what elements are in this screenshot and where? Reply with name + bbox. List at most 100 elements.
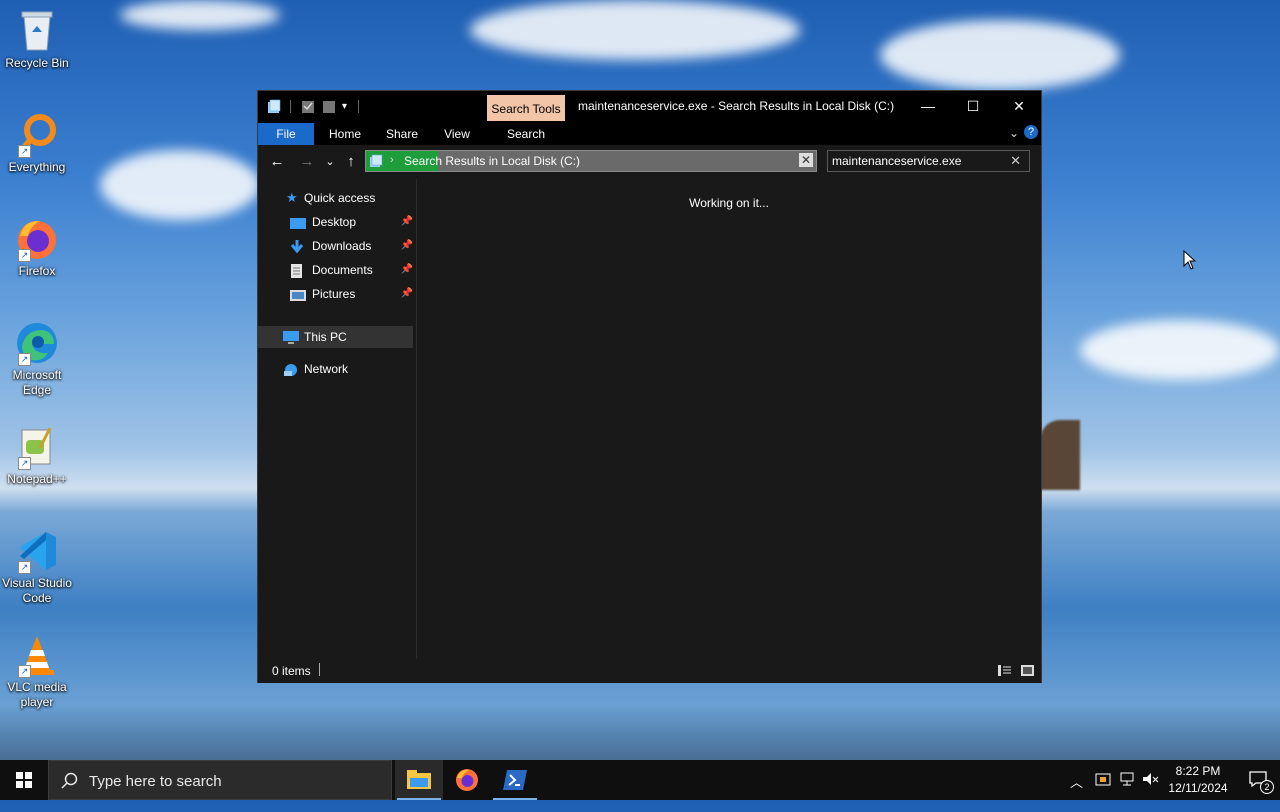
close-button[interactable]: ✕ — [996, 91, 1042, 121]
status-separator — [319, 663, 320, 676]
show-hidden-icons-chevron-icon[interactable]: ︿ — [1070, 772, 1083, 812]
back-arrow-icon[interactable]: ← — [267, 153, 287, 171]
nav-quick-access[interactable]: ★ Quick access — [278, 187, 413, 209]
taskbar-firefox[interactable] — [443, 760, 491, 800]
window-title: maintenanceservice.exe - Search Results … — [578, 99, 895, 113]
network-icon — [283, 362, 297, 376]
item-count: 0 items — [272, 664, 311, 678]
clock[interactable]: 8:22 PM 12/11/2024 — [1160, 763, 1236, 797]
folder-icon — [267, 99, 281, 114]
nav-label: Quick access — [304, 191, 376, 205]
taskbar-search-box[interactable]: Type here to search — [48, 760, 392, 800]
desktop-icon-label: Visual Studio Code — [2, 576, 72, 605]
properties-icon[interactable] — [301, 99, 315, 114]
search-icon — [61, 772, 78, 789]
shortcut-arrow-icon: ↗ — [18, 457, 31, 470]
rock-formation — [1040, 420, 1080, 490]
desktop-icon-label: Firefox — [18, 264, 56, 278]
tab-search[interactable]: Search — [487, 123, 565, 145]
network-tray-icon[interactable] — [1119, 771, 1135, 811]
desktop-icon-notepad-plus-plus[interactable]: ↗ Notepad++ — [0, 424, 74, 487]
title-bar[interactable]: ▾ Search Tools maintenanceservice.exe - … — [258, 91, 1041, 123]
minimize-button[interactable]: — — [905, 91, 951, 121]
nav-network[interactable]: Network — [278, 358, 413, 380]
status-bar: 0 items — [258, 659, 1041, 683]
cloud — [120, 0, 280, 30]
details-view-icon[interactable] — [998, 665, 1011, 676]
nav-this-pc[interactable]: This PC — [258, 326, 413, 348]
file-explorer-icon — [407, 770, 431, 789]
desktop-icon-everything[interactable]: ↗ Everything — [0, 112, 74, 175]
up-arrow-icon[interactable]: ↑ — [341, 153, 361, 171]
desktop-icon-firefox[interactable]: ↗ Firefox — [0, 216, 74, 279]
nav-label: This PC — [304, 330, 347, 344]
clock-time: 8:22 PM — [1175, 764, 1221, 778]
breadcrumb-chevron-icon[interactable]: › — [390, 154, 394, 166]
recycle-bin-icon — [14, 8, 60, 54]
windows-logo-icon — [16, 772, 32, 788]
nav-label: Network — [304, 362, 349, 376]
address-bar-row: ← → ⌄ ↑ › Search Results in Local Disk (… — [258, 145, 1041, 179]
search-field[interactable]: ✕ — [827, 150, 1030, 172]
search-tools-contextual-tab[interactable]: Search Tools — [487, 95, 565, 121]
tab-home[interactable]: Home — [320, 123, 370, 145]
nav-desktop[interactable]: Desktop 📌 — [286, 211, 413, 233]
recent-locations-chevron-icon[interactable]: ⌄ — [320, 153, 340, 171]
desktop-icon-label: Notepad++ — [7, 472, 67, 486]
vlc-icon: ↗ — [14, 632, 60, 678]
vscode-icon: ↗ — [14, 528, 60, 574]
pin-icon[interactable]: 📌 — [401, 259, 413, 281]
shortcut-arrow-icon: ↗ — [18, 249, 31, 262]
address-bar[interactable]: › Search Results in Local Disk (C:) — [365, 150, 817, 172]
search-input[interactable] — [832, 152, 1002, 170]
clear-search-icon[interactable]: ✕ — [1010, 153, 1021, 169]
taskbar: Type here to search ︿ 8:22 PM 12/11/2024… — [0, 760, 1280, 800]
nav-documents[interactable]: Documents 📌 — [286, 259, 413, 281]
tab-view[interactable]: View — [434, 123, 480, 145]
firefox-icon — [456, 769, 478, 791]
tab-share[interactable]: Share — [376, 123, 428, 145]
new-folder-icon[interactable] — [322, 99, 336, 114]
navigation-pane: ★ Quick access Desktop 📌 Downloads 📌 Doc… — [258, 179, 417, 659]
desktop-icon-label: Recycle Bin — [5, 56, 69, 70]
volume-muted-icon[interactable] — [1142, 771, 1160, 811]
toolbar-separator — [358, 100, 359, 113]
security-tray-icon[interactable] — [1095, 771, 1111, 811]
address-path[interactable]: Search Results in Local Disk (C:) — [404, 154, 580, 168]
taskbar-powershell[interactable] — [491, 760, 539, 800]
notification-center-button[interactable]: 2 — [1236, 760, 1280, 800]
firefox-icon: ↗ — [14, 216, 60, 262]
nav-downloads[interactable]: Downloads 📌 — [286, 235, 413, 257]
file-explorer-window[interactable]: ▾ Search Tools maintenanceservice.exe - … — [257, 90, 1042, 683]
desktop-icon-label: Microsoft Edge — [12, 368, 62, 397]
computer-icon — [283, 330, 299, 344]
everything-icon: ↗ — [14, 112, 60, 158]
desktop-icon-vlc[interactable]: ↗ VLC media player — [0, 632, 74, 710]
taskbar-file-explorer[interactable] — [395, 760, 443, 800]
desktop-icon-recycle-bin[interactable]: Recycle Bin — [0, 8, 74, 71]
tab-file[interactable]: File — [258, 123, 314, 145]
help-icon[interactable]: ? — [1024, 125, 1038, 139]
desktop-icon-vscode[interactable]: ↗ Visual Studio Code — [0, 528, 74, 606]
shortcut-arrow-icon: ↗ — [18, 561, 31, 574]
pin-icon[interactable]: 📌 — [401, 235, 413, 257]
file-list-pane[interactable]: Working on it... — [417, 179, 1041, 659]
start-button[interactable] — [0, 760, 48, 800]
shortcut-arrow-icon: ↗ — [18, 353, 31, 366]
pin-icon[interactable]: 📌 — [401, 211, 413, 233]
edge-icon: ↗ — [14, 320, 60, 366]
large-icons-view-icon[interactable] — [1021, 665, 1034, 676]
nav-label: Pictures — [312, 287, 356, 301]
nav-label: Documents — [312, 263, 373, 277]
nav-pictures[interactable]: Pictures 📌 — [286, 283, 413, 305]
download-arrow-icon — [290, 239, 304, 254]
expand-ribbon-icon[interactable]: ⌄ — [1009, 126, 1019, 140]
desktop-icon-edge[interactable]: ↗ Microsoft Edge — [0, 320, 74, 398]
customize-toolbar-icon[interactable]: ▾ — [342, 99, 356, 114]
maximize-button[interactable]: ☐ — [950, 91, 996, 121]
pin-icon[interactable]: 📌 — [401, 283, 413, 305]
stop-search-icon[interactable]: ✕ — [799, 153, 813, 167]
desktop-icon-label: VLC media player — [7, 680, 67, 709]
cloud — [470, 0, 800, 60]
forward-arrow-icon[interactable]: → — [297, 153, 317, 171]
